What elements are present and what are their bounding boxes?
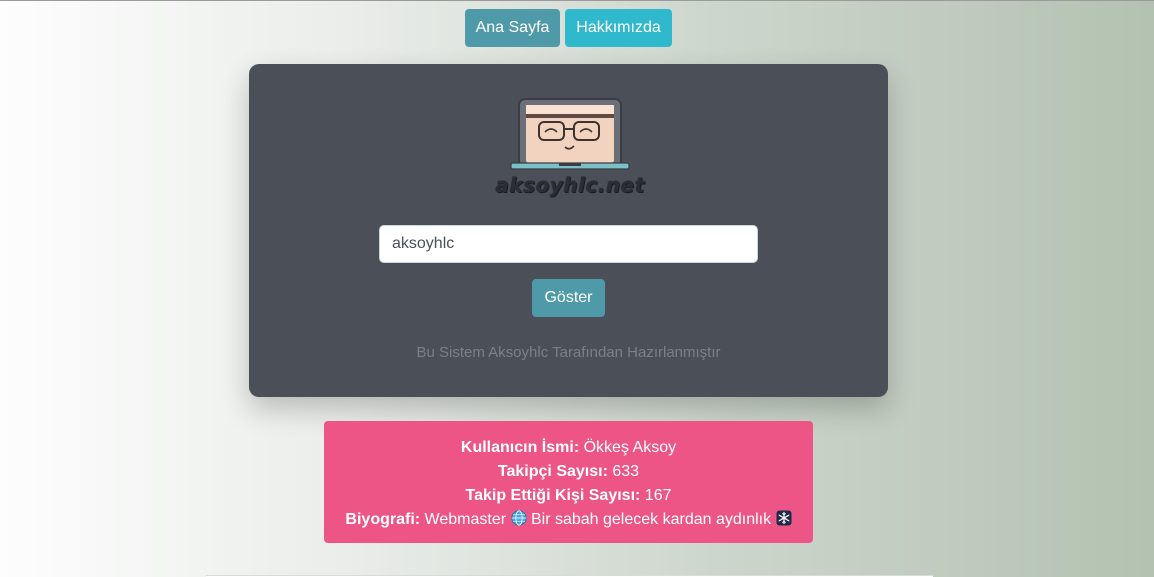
following-value: 167 — [644, 487, 672, 504]
user-info-box: Kullanıcın İsmi: Ökkeş Aksoy Takipçi Say… — [324, 421, 813, 543]
show-button[interactable]: Göster — [532, 279, 605, 317]
info-row-following: Takip Ettiği Kişi Sayısı: 167 — [324, 484, 813, 508]
info-row-bio: Biyografi: Webmaster Bir sabah gelecek k… — [324, 508, 813, 532]
snowflake-icon — [776, 510, 792, 526]
top-nav: Ana Sayfa Hakkımızda — [465, 9, 672, 47]
followers-label: Takipçi Sayısı: — [497, 463, 608, 480]
home-button[interactable]: Ana Sayfa — [465, 9, 560, 47]
globe-icon — [510, 510, 527, 526]
bio-text-1: Webmaster — [424, 511, 507, 528]
following-label: Takip Ettiği Kişi Sayısı: — [465, 487, 641, 504]
search-card: aksoyhlc.net Göster Bu Sistem Aksoyhlc T… — [249, 64, 888, 397]
logo-wordmark: aksoyhlc.net — [495, 173, 645, 197]
followers-value: 633 — [612, 463, 640, 480]
info-row-followers: Takipçi Sayısı: 633 — [324, 460, 813, 484]
name-label: Kullanıcın İsmi: — [460, 439, 580, 456]
credit-text: Bu Sistem Aksoyhlc Tarafından Hazırlanmı… — [416, 344, 721, 361]
bio-text-2: Bir sabah gelecek kardan aydınlık — [530, 511, 772, 528]
site-logo: aksoyhlc.net — [495, 97, 645, 201]
name-value: Ökkeş Aksoy — [583, 439, 677, 456]
info-row-name: Kullanıcın İsmi: Ökkeş Aksoy — [324, 436, 813, 460]
about-button[interactable]: Hakkımızda — [565, 9, 672, 47]
bio-label: Biyografi: — [345, 511, 421, 528]
username-input[interactable] — [379, 225, 758, 263]
